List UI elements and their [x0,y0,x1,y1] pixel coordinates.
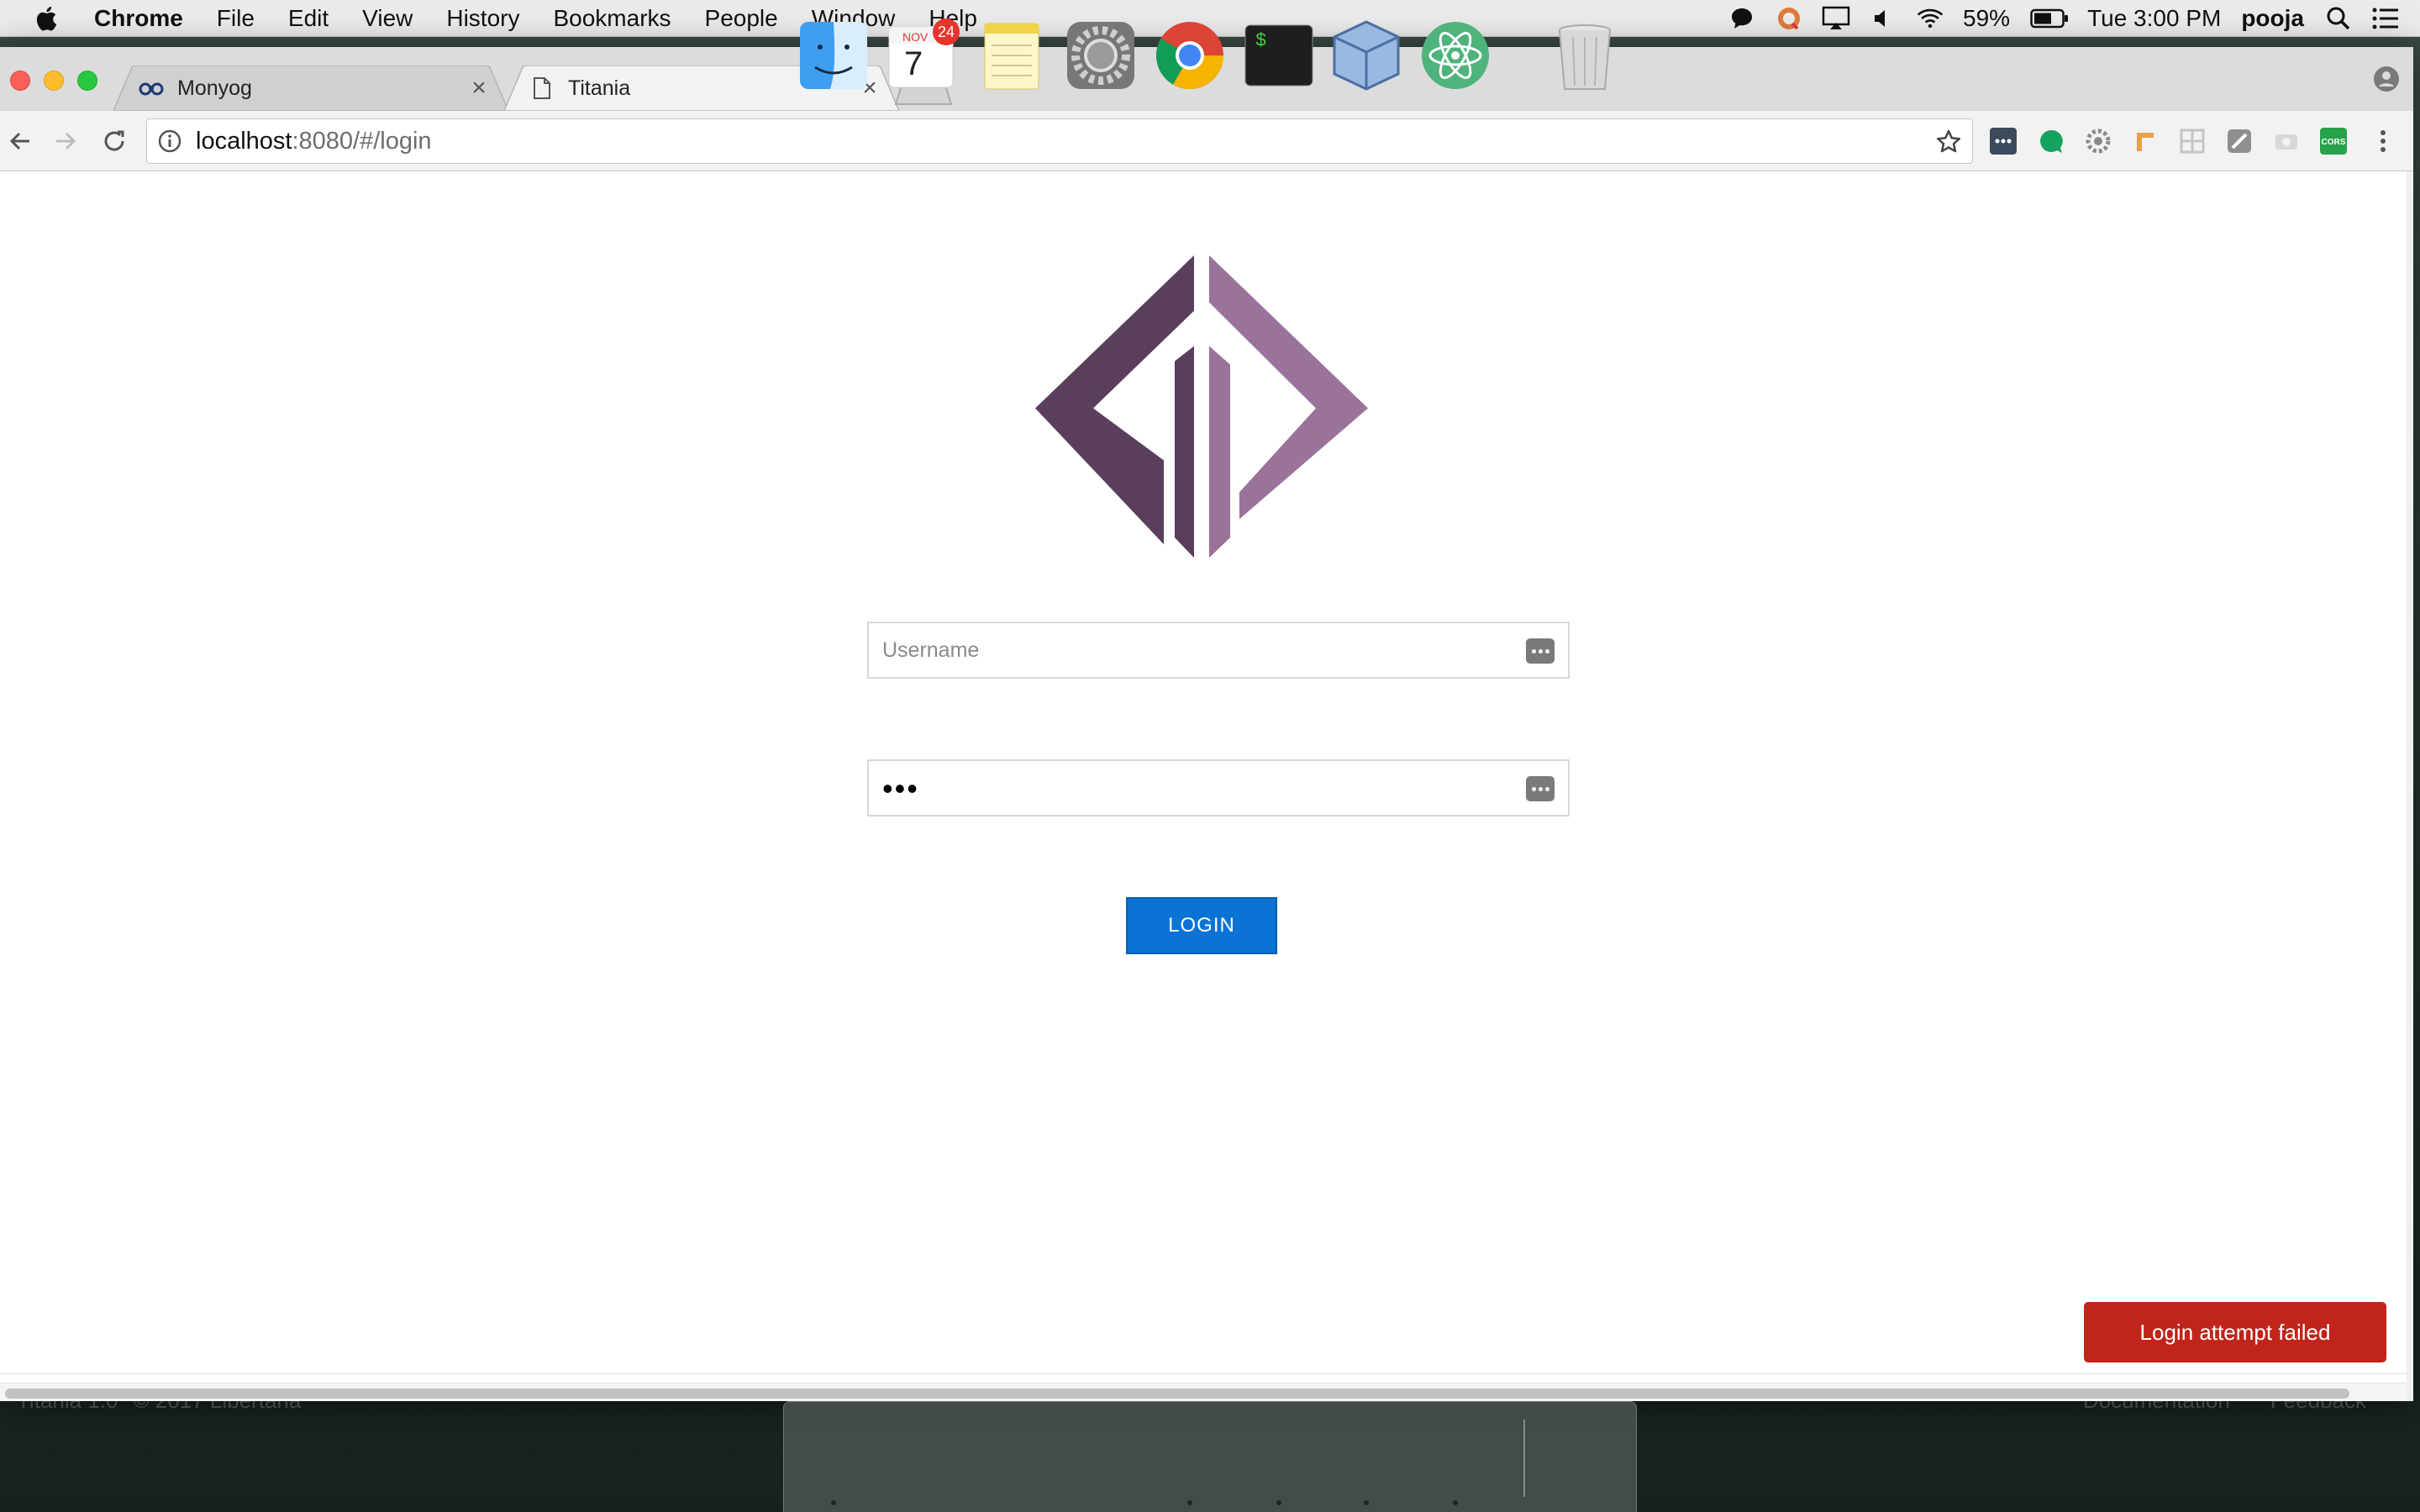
vertical-scrollbar[interactable] [2407,171,2413,1401]
chrome-menu-icon[interactable] [2368,126,2398,156]
dock [783,1401,1637,1512]
password-field: ••• [867,759,1570,816]
titania-logo [1035,255,1368,558]
back-arrow-icon[interactable] [5,126,35,156]
login-failed-toast[interactable]: Login attempt failed [2084,1302,2386,1362]
ruler-icon[interactable] [2132,128,2159,155]
calendar-badge: 24 [933,18,960,45]
finder-icon[interactable] [797,18,871,92]
url-host: localhost [196,127,292,155]
menu-file[interactable]: File [217,5,255,32]
fullscreen-window-button[interactable] [77,71,97,91]
address-bar[interactable]: localhost:8080/#/login [146,118,1973,164]
forward-arrow-icon[interactable] [50,126,81,156]
minimize-window-button[interactable] [44,71,64,91]
grid-extension-icon[interactable] [2179,128,2206,155]
clock[interactable]: Tue 3:00 PM [2087,5,2221,32]
menu-bookmarks[interactable]: Bookmarks [553,5,671,32]
password-manager-key-icon[interactable] [1526,776,1555,801]
menu-app-chrome[interactable]: Chrome [94,5,183,32]
password-input[interactable]: ••• [882,771,919,806]
running-indicator [1187,1500,1192,1505]
browser-toolbar: localhost:8080/#/login CORS [0,111,2413,171]
cors-label: CORS [2322,138,2346,147]
page-icon [529,76,555,101]
user-name[interactable]: pooja [2241,5,2304,32]
running-indicator [1453,1500,1458,1505]
calendar-month: NOV [902,30,929,44]
green-bubble-icon[interactable] [2038,128,2065,155]
profile-icon[interactable] [2373,66,2400,97]
binoculars-icon [139,76,164,101]
calendar-icon[interactable]: NOV 7 24 [884,18,960,92]
dock-separator [1523,1420,1525,1497]
login-button[interactable]: LOGIN [1126,897,1277,954]
tab-title: Monyog [177,76,252,100]
square-extension-icon[interactable] [2226,128,2253,155]
status-area: 59% Tue 3:00 PM pooja [1728,0,2420,37]
running-indicator [1276,1500,1281,1505]
running-indicator [1364,1500,1369,1505]
close-tab-icon[interactable]: × [466,74,492,102]
sync-icon[interactable] [1775,4,1803,33]
tab-monyog[interactable]: Monyog × [113,66,508,111]
virtualbox-icon[interactable] [1329,18,1403,92]
camera-extension-icon[interactable] [2273,128,2300,155]
running-indicator [831,1500,836,1505]
chrome-icon[interactable] [1153,18,1227,92]
menu-view[interactable]: View [362,5,413,32]
volume-icon[interactable] [1869,4,1897,33]
password-manager-key-icon[interactable] [1526,638,1555,664]
bookmark-star-icon[interactable] [1935,129,1962,155]
apple-menu-icon[interactable] [34,4,62,33]
spotlight-search-icon[interactable] [2324,4,2353,33]
cors-icon[interactable]: CORS [2320,128,2347,155]
chat-bubble-icon[interactable] [1728,4,1756,33]
menu-edit[interactable]: Edit [288,5,329,32]
terminal-icon[interactable]: $ [1242,18,1316,92]
wifi-icon[interactable] [1916,4,1944,33]
notification-center-icon[interactable] [2371,4,2400,33]
reload-icon[interactable] [99,126,129,156]
terminal-prompt: $ [1255,30,1267,51]
scrollbar-thumb[interactable] [5,1389,2349,1399]
system-preferences-icon[interactable] [1064,18,1138,92]
horizontal-scrollbar[interactable] [0,1383,2407,1401]
url-path: :8080/#/login [292,127,432,155]
trash-icon[interactable] [1548,18,1622,92]
calendar-day: 7 [904,45,923,82]
password-manager-icon[interactable] [1990,128,2017,155]
menu-history[interactable]: History [446,5,519,32]
menu-people[interactable]: People [705,5,778,32]
notes-icon[interactable] [975,18,1049,92]
battery-percent: 59% [1963,5,2011,31]
username-input[interactable] [869,623,1568,677]
battery-icon[interactable] [2030,4,2069,33]
gear-extension-icon[interactable] [2085,128,2112,155]
site-info-icon[interactable] [157,129,182,154]
close-window-button[interactable] [10,71,30,91]
airplay-icon[interactable] [1822,4,1850,33]
login-page: ••• LOGIN Login attempt failed Titania 1… [0,171,2407,1413]
browser-window: Monyog × Titania × localhost:8080/#/log… [0,47,2413,1413]
username-field [867,622,1570,679]
atom-icon[interactable] [1418,18,1492,92]
